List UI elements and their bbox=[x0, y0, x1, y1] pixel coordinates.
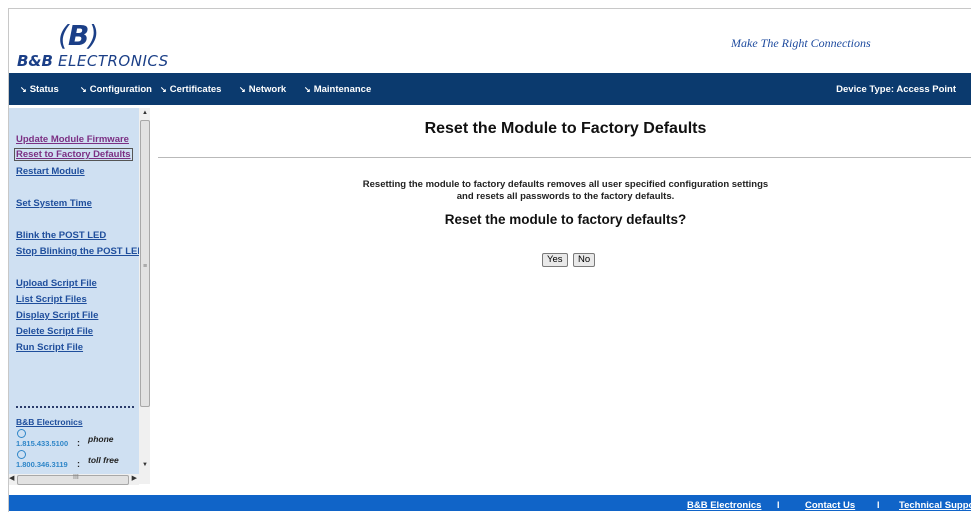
nav-configuration[interactable]: ↘ Configuration bbox=[80, 84, 152, 95]
chevron-down-icon: ↘ bbox=[160, 85, 167, 94]
sidebar-item-stop-blink-led[interactable]: Stop Blinking the POST LED bbox=[16, 246, 139, 257]
footer-separator: I bbox=[777, 500, 780, 510]
sidebar-item-update-firmware[interactable]: Update Module Firmware bbox=[16, 134, 129, 145]
footer-link-contact[interactable]: Contact Us bbox=[805, 500, 855, 511]
phone-icon bbox=[17, 429, 26, 438]
tagline: Make The Right Connections bbox=[731, 36, 871, 50]
divider bbox=[158, 157, 971, 158]
main-nav: ↘ Status ↘ Configuration ↘ Certificates ↘ Ne… bbox=[9, 73, 971, 105]
grip-label: III bbox=[73, 474, 79, 481]
yes-button[interactable]: Yes bbox=[542, 253, 568, 267]
chevron-down-icon: ↘ bbox=[304, 85, 311, 94]
no-button[interactable]: No bbox=[573, 253, 596, 267]
grip-icon: ≡ bbox=[143, 263, 148, 270]
nav-network[interactable]: ↘ Network bbox=[239, 84, 286, 95]
chevron-down-icon: ↘ bbox=[80, 85, 87, 94]
scroll-left-icon[interactable]: ◀ bbox=[9, 474, 14, 482]
footer: B&B Electronics I Contact Us I Technical… bbox=[9, 495, 971, 511]
tollfree-type-label: toll free bbox=[88, 455, 119, 465]
description-line: Resetting the module to factory defaults… bbox=[362, 179, 769, 190]
phone-separator: : bbox=[77, 459, 80, 469]
chevron-down-icon: ↘ bbox=[239, 85, 246, 94]
footer-link-bb[interactable]: B&B Electronics bbox=[687, 500, 761, 511]
nav-maintenance[interactable]: ↘ Maintenance bbox=[304, 84, 371, 95]
company-link[interactable]: B&B Electronics bbox=[16, 417, 83, 427]
scroll-down-icon[interactable]: ▼ bbox=[142, 462, 148, 468]
footer-separator: I bbox=[877, 500, 880, 510]
sidebar-item-delete-script[interactable]: Delete Script File bbox=[16, 326, 93, 337]
sidebar-vertical-scrollbar[interactable]: ▲ ≡ ▼ bbox=[139, 108, 150, 484]
nav-status[interactable]: ↘ Status bbox=[20, 84, 59, 95]
phone-separator: : bbox=[77, 438, 80, 448]
description: Resetting the module to factory defaults… bbox=[160, 179, 971, 203]
sidebar-item-upload-script[interactable]: Upload Script File bbox=[16, 278, 97, 289]
sidebar-item-set-system-time[interactable]: Set System Time bbox=[16, 198, 92, 209]
footer-link-support[interactable]: Technical Support bbox=[899, 500, 971, 511]
sidebar-horizontal-scrollbar[interactable]: ◀ III ▶ bbox=[9, 474, 139, 485]
page-title: Reset the Module to Factory Defaults bbox=[424, 120, 707, 137]
logo-electronics: ELECTRONICS bbox=[58, 52, 169, 70]
phone-type-label: phone bbox=[88, 434, 114, 444]
scroll-up-icon[interactable]: ▲ bbox=[142, 110, 148, 116]
scroll-thumb[interactable]: ≡ bbox=[140, 120, 150, 407]
logo-mark: (B) bbox=[58, 19, 99, 52]
sidebar-item-restart-module[interactable]: Restart Module bbox=[16, 166, 85, 177]
divider bbox=[16, 406, 134, 408]
description-line: and resets all passwords to the factory … bbox=[456, 191, 675, 202]
scroll-right-icon[interactable]: ▶ bbox=[132, 474, 137, 482]
confirm-question: Reset the module to factory defaults? bbox=[444, 212, 687, 227]
device-type-label: Device Type: Access Point bbox=[836, 84, 956, 95]
nav-certificates[interactable]: ↘ Certificates bbox=[160, 84, 221, 95]
sidebar-item-display-script[interactable]: Display Script File bbox=[16, 310, 98, 321]
sidebar-item-blink-led[interactable]: Blink the POST LED bbox=[16, 230, 106, 241]
tollfree-number: 1.800.346.3119 bbox=[16, 460, 68, 469]
sidebar-item-reset-defaults[interactable]: Reset to Factory Defaults bbox=[14, 148, 133, 161]
sidebar: Update Module Firmware Reset to Factory … bbox=[9, 108, 139, 484]
scroll-thumb[interactable]: III bbox=[17, 474, 129, 485]
phone-icon bbox=[17, 450, 26, 459]
company-logo: B&B ELECTRONICS bbox=[17, 51, 169, 70]
sidebar-item-list-scripts[interactable]: List Script Files bbox=[16, 294, 87, 305]
logo-bb: B&B bbox=[17, 52, 53, 70]
phone-number: 1.815.433.5100 bbox=[16, 439, 69, 448]
sidebar-item-run-script[interactable]: Run Script File bbox=[16, 342, 83, 353]
chevron-down-icon: ↘ bbox=[20, 85, 27, 94]
